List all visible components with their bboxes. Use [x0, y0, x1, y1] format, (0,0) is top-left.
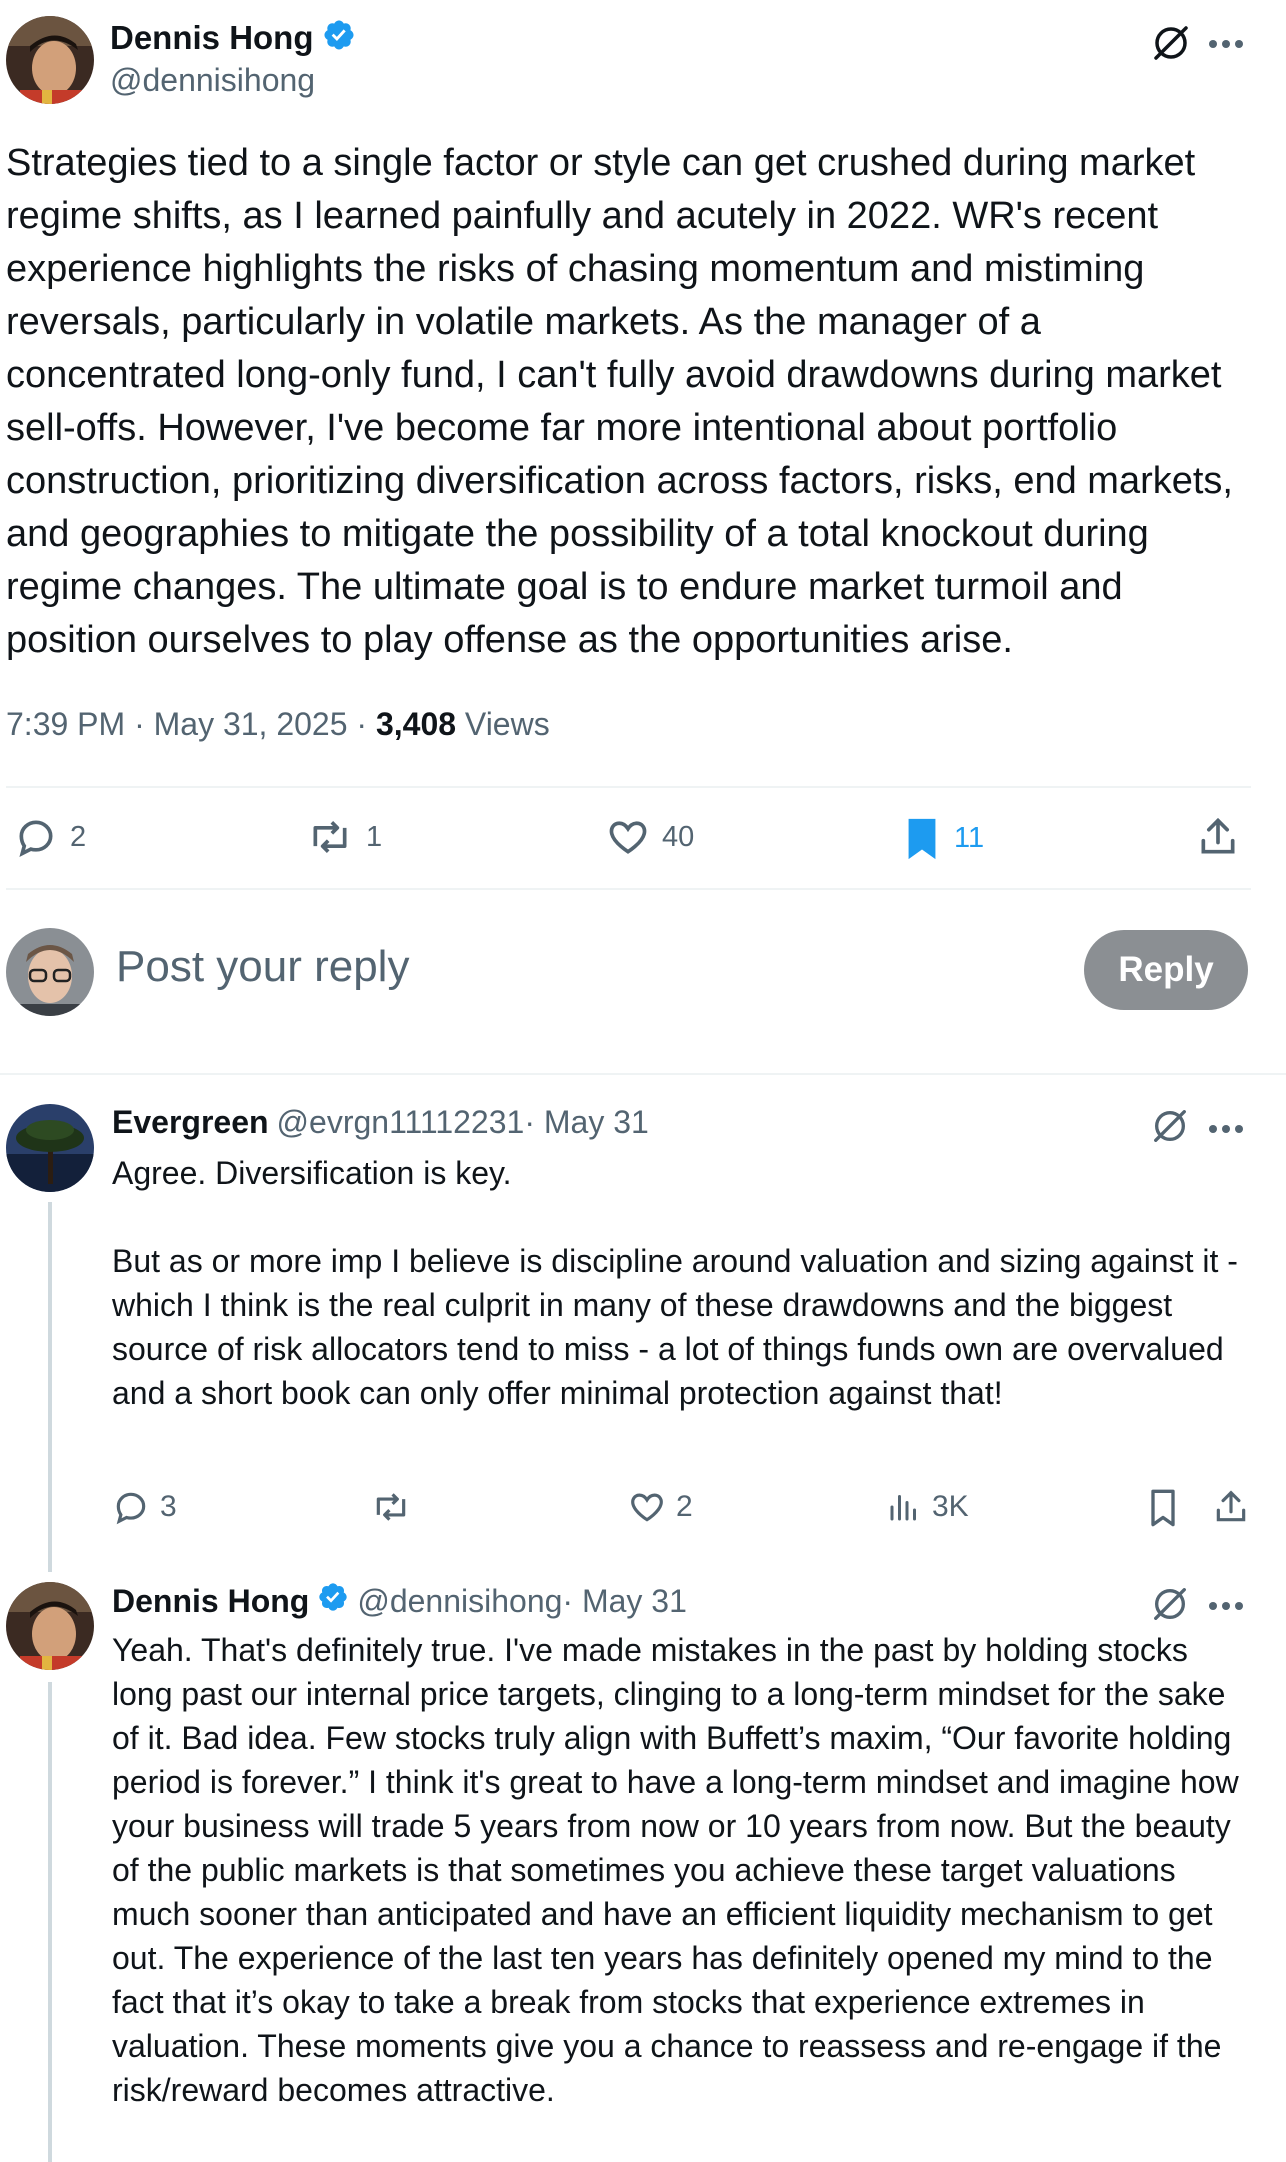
reply-count: 3 — [160, 1490, 177, 1523]
reply-author-name[interactable]: Dennis Hong — [112, 1583, 309, 1620]
like-icon — [609, 821, 647, 854]
views-label: Views — [456, 706, 550, 742]
reply-date[interactable]: · May 31 — [524, 1104, 648, 1141]
more-icon[interactable] — [1208, 1598, 1244, 1616]
more-icon[interactable] — [1208, 1121, 1244, 1139]
repost-icon — [313, 821, 347, 853]
repost-count: 1 — [366, 820, 383, 853]
more-icon[interactable] — [1208, 36, 1244, 54]
like-action[interactable]: 2 — [628, 1488, 693, 1526]
tweet-text: Strategies tied to a single factor or st… — [6, 142, 1244, 661]
divider — [6, 786, 1251, 788]
verified-badge-icon — [322, 18, 356, 57]
thread-line — [48, 1202, 52, 1572]
grok-icon[interactable] — [1150, 1584, 1190, 1629]
verified-badge-icon — [317, 1581, 349, 1621]
views-action[interactable]: 3K — [886, 1488, 969, 1526]
author-handle[interactable]: @dennisihong — [110, 62, 315, 99]
like-count: 40 — [662, 820, 695, 853]
reply-icon — [19, 820, 53, 858]
reply-text: Agree. Diversification is key. But as or… — [112, 1155, 1238, 1411]
divider — [6, 888, 1251, 890]
reply-count: 2 — [70, 820, 87, 853]
reply-action[interactable]: 2 — [14, 815, 86, 859]
views-icon — [890, 1495, 916, 1521]
author-name[interactable]: Dennis Hong — [110, 19, 314, 57]
repost-icon — [376, 1493, 406, 1521]
grok-icon[interactable] — [1150, 22, 1192, 69]
reply-button[interactable]: Reply — [1084, 930, 1248, 1010]
reply-icon — [116, 1492, 146, 1525]
reply-author-handle[interactable]: @evrgn11112231 — [277, 1104, 525, 1141]
reply-input[interactable]: Post your reply — [116, 942, 409, 992]
share-icon[interactable] — [1212, 1488, 1250, 1531]
bookmark-icon[interactable] — [1146, 1488, 1180, 1533]
reply-author-avatar[interactable] — [6, 1104, 94, 1192]
repost-action[interactable] — [370, 1488, 422, 1526]
divider — [0, 1073, 1286, 1075]
thread-line — [48, 1682, 52, 2162]
author-avatar[interactable] — [6, 16, 94, 104]
views-count: 3K — [932, 1490, 969, 1523]
views-count: 3,408 — [375, 706, 457, 742]
reply-author-handle[interactable]: @dennisihong — [357, 1583, 562, 1620]
current-user-avatar[interactable] — [6, 928, 94, 1016]
like-action[interactable]: 40 — [606, 815, 694, 859]
bookmark-count: 11 — [954, 821, 985, 854]
reply-text: Yeah. That's definitely true. I've made … — [112, 1632, 1248, 2108]
reply-author-avatar[interactable] — [6, 1582, 94, 1670]
like-count: 2 — [676, 1490, 693, 1523]
share-icon[interactable] — [1196, 815, 1240, 864]
grok-icon[interactable] — [1150, 1106, 1190, 1151]
like-icon — [631, 1493, 663, 1522]
repost-action[interactable]: 1 — [306, 815, 382, 859]
tweet-meta: 7:39 PM · May 31, 2025 · 3,408 Views — [6, 706, 550, 743]
reply-author-name[interactable]: Evergreen — [112, 1104, 269, 1141]
tweet-timestamp[interactable]: 7:39 PM · May 31, 2025 · — [6, 706, 376, 742]
bookmark-icon — [908, 818, 936, 860]
reply-date[interactable]: · May 31 — [562, 1583, 686, 1620]
reply-action[interactable]: 3 — [112, 1488, 177, 1526]
bookmark-action[interactable]: 11 — [902, 815, 984, 861]
